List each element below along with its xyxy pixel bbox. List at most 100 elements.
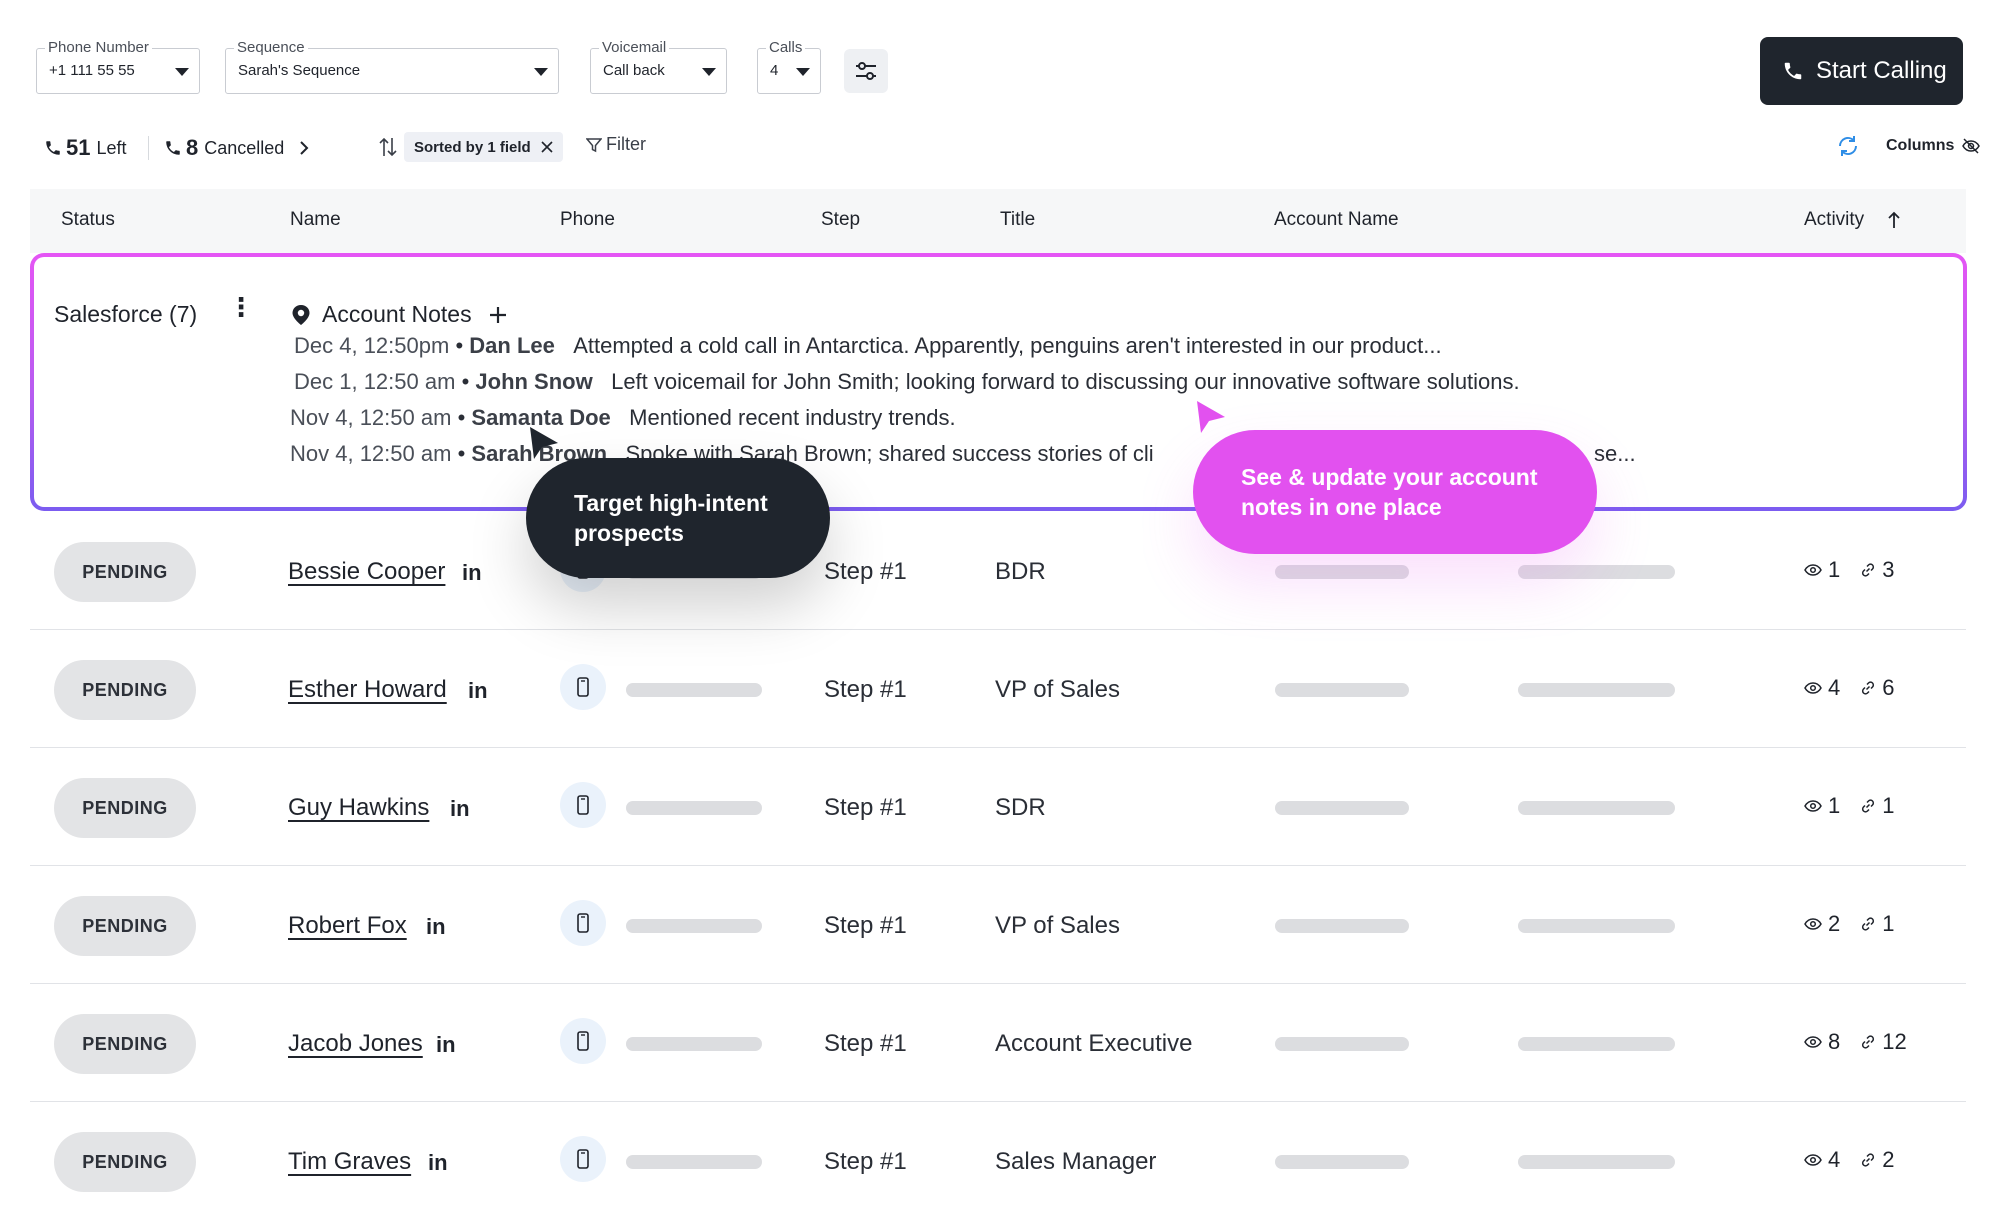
linkedin-icon[interactable]: in	[462, 560, 482, 586]
links-count: 6	[1882, 675, 1895, 700]
cursor-pointer-icon	[530, 427, 558, 459]
prospect-name-link[interactable]: Guy Hawkins	[288, 794, 429, 822]
prospect-name-link[interactable]: Esther Howard	[288, 676, 447, 704]
views-count: 4	[1828, 1147, 1841, 1172]
linkedin-icon[interactable]: in	[426, 914, 446, 940]
salesforce-notes-panel: Salesforce (7) ⋮ Account Notes Dec 4, 12…	[30, 253, 1967, 511]
start-calling-button[interactable]: Start Calling	[1760, 37, 1963, 105]
sequence-select[interactable]: Sequence Sarah's Sequence	[225, 39, 559, 94]
account-placeholder	[1275, 919, 1409, 933]
account-placeholder	[1275, 1037, 1409, 1051]
account-placeholder	[1275, 683, 1409, 697]
link-icon	[1862, 1153, 1875, 1167]
mobile-phone-icon[interactable]	[560, 782, 606, 828]
note-text: Left voicemail for John Smith; looking f…	[611, 369, 1520, 394]
column-header-status[interactable]: Status	[61, 209, 115, 231]
phone-number-select[interactable]: Phone Number +1 111 55 55	[36, 39, 200, 94]
cancelled-count-link[interactable]: 8 Cancelled	[164, 134, 314, 162]
prospect-name-link[interactable]: Bessie Cooper	[288, 558, 445, 586]
mobile-phone-icon[interactable]	[560, 900, 606, 946]
status-badge: PENDING	[54, 778, 196, 838]
arrow-up-icon[interactable]	[1887, 211, 1901, 229]
callout-target-prospects: Target high-intent prospects	[526, 458, 830, 578]
account-notes-title: Account Notes	[322, 301, 472, 327]
table-row[interactable]: PENDING Esther Howard in Step #1 VP of S…	[30, 630, 1966, 748]
refresh-icon[interactable]	[1836, 134, 1860, 158]
note-timestamp: Dec 1, 12:50 am	[294, 369, 456, 394]
cursor-pointer-icon	[1197, 401, 1225, 433]
column-header-name[interactable]: Name	[290, 209, 341, 231]
filter-settings-button[interactable]	[844, 49, 888, 93]
column-header-title[interactable]: Title	[1000, 209, 1035, 231]
title-cell: Sales Manager	[995, 1148, 1157, 1175]
prospect-name-link[interactable]: Tim Graves	[288, 1148, 411, 1176]
phone-number-value: +1 111 55 55	[49, 62, 135, 79]
column-header-phone[interactable]: Phone	[560, 209, 615, 231]
sorted-by-label: Sorted by 1 field	[414, 138, 531, 156]
divider	[148, 136, 149, 160]
account-placeholder	[1518, 919, 1675, 933]
activity-cell: 8 12	[1804, 1029, 1907, 1055]
mobile-phone-icon[interactable]	[560, 664, 606, 710]
table-row[interactable]: PENDING Tim Graves in Step #1 Sales Mana…	[30, 1102, 1966, 1220]
filter-button[interactable]: Filter	[586, 134, 646, 155]
eye-icon	[1804, 682, 1822, 694]
voicemail-select[interactable]: Voicemail Call back	[590, 39, 727, 94]
calls-select[interactable]: Calls 4	[757, 39, 821, 94]
status-badge: PENDING	[54, 896, 196, 956]
note-timestamp: Nov 4, 12:50 am	[290, 441, 452, 466]
note-author: Dan Lee	[469, 333, 555, 358]
table-row[interactable]: PENDING Guy Hawkins in Step #1 SDR 1 1	[30, 748, 1966, 866]
close-icon[interactable]	[541, 141, 553, 153]
salesforce-label: Salesforce (7)	[54, 301, 198, 327]
phone-icon	[166, 141, 180, 155]
table-row[interactable]: PENDING Jacob Jones in Step #1 Account E…	[30, 984, 1966, 1102]
note-timestamp: Nov 4, 12:50 am	[290, 405, 452, 430]
table-row[interactable]: PENDING Robert Fox in Step #1 VP of Sale…	[30, 866, 1966, 984]
sort-icon[interactable]	[378, 136, 398, 158]
column-header-account-name[interactable]: Account Name	[1274, 209, 1399, 231]
phone-icon	[1784, 62, 1802, 80]
links-count: 1	[1882, 793, 1895, 818]
more-options-icon[interactable]: ⋮	[228, 294, 254, 320]
link-icon	[1862, 917, 1875, 931]
eye-icon	[1804, 1036, 1822, 1048]
link-icon	[1862, 681, 1875, 695]
phone-number-label: Phone Number	[45, 39, 152, 57]
mobile-phone-icon[interactable]	[560, 1018, 606, 1064]
chevron-down-icon	[702, 68, 716, 76]
columns-button[interactable]: Columns	[1836, 134, 1981, 158]
eye-icon	[1804, 918, 1822, 930]
linkedin-icon[interactable]: in	[428, 1150, 448, 1176]
column-header-step[interactable]: Step	[821, 209, 860, 231]
prospect-name-link[interactable]: Robert Fox	[288, 912, 407, 940]
linkedin-icon[interactable]: in	[468, 678, 488, 704]
table-row[interactable]: PENDING Bessie Cooper in Step #1 BDR 1 3	[30, 512, 1966, 630]
step-cell: Step #1	[824, 912, 907, 939]
activity-cell: 1 3	[1804, 557, 1895, 583]
mobile-phone-icon[interactable]	[560, 1136, 606, 1182]
eye-icon	[1804, 1154, 1822, 1166]
title-cell: VP of Sales	[995, 676, 1120, 703]
table-header: Status Name Phone Step Title Account Nam…	[30, 189, 1966, 253]
cancelled-count-label: Cancelled	[204, 137, 285, 158]
linkedin-icon[interactable]: in	[436, 1032, 456, 1058]
note-text: Mentioned recent industry trends.	[629, 405, 956, 430]
activity-cell: 4 2	[1804, 1147, 1895, 1173]
voicemail-label: Voicemail	[599, 39, 670, 57]
sorted-by-chip[interactable]: Sorted by 1 field	[404, 132, 563, 162]
account-placeholder	[1518, 1155, 1675, 1169]
add-icon[interactable]	[488, 305, 508, 325]
eye-off-icon	[1962, 138, 1981, 154]
note-text-tail: se...	[1594, 441, 1636, 466]
note-author: John Snow	[475, 369, 593, 394]
sequence-value: Sarah's Sequence	[238, 62, 361, 79]
phone-placeholder	[626, 683, 762, 697]
chevron-down-icon	[796, 68, 810, 76]
prospect-name-link[interactable]: Jacob Jones	[288, 1030, 423, 1058]
cancelled-count-value: 8	[186, 135, 199, 160]
link-icon	[1862, 799, 1875, 813]
linkedin-icon[interactable]: in	[450, 796, 470, 822]
account-notes-header: Account Notes	[290, 301, 508, 328]
column-header-activity[interactable]: Activity	[1804, 209, 1864, 231]
